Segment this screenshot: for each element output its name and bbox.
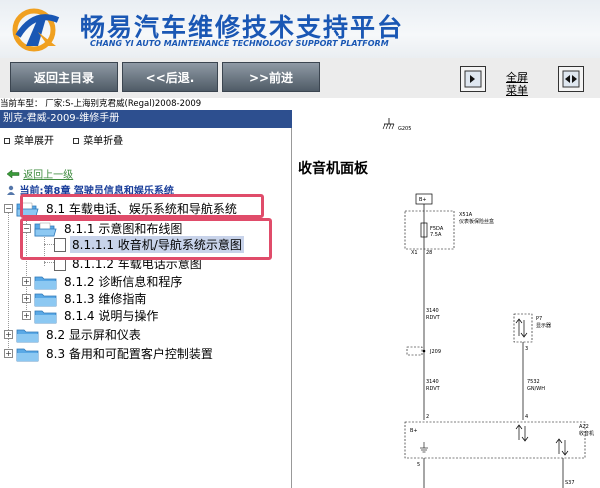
bplus-top-label: B+ (419, 197, 427, 203)
collapse-menu-button[interactable]: 菜单折叠 (73, 132, 123, 147)
app-window: 畅易汽车维修技术支持平台 CHANG YI AUTO MAINTENANCE T… (0, 0, 600, 488)
a22-desc: 收音机 (579, 430, 594, 437)
expand-icon (4, 138, 10, 144)
expand-menu-button[interactable]: 菜单展开 (4, 132, 54, 147)
expand-node-icon[interactable]: + (22, 294, 31, 303)
green-arrow-left-icon (6, 169, 20, 179)
wire2-number: 3140 (426, 379, 439, 385)
expand-node-icon[interactable]: + (4, 330, 13, 339)
diagram-panel: 收音机面板 G205 B+ X51A 仪表板保险丝盒 F5DA 7.5A X1 … (293, 110, 600, 488)
tree-item-8-2[interactable]: + 8.2 显示屏和仪表 (4, 326, 143, 343)
vehicle-info: 当前车型： 厂家:S-上海别克君威(Regal)2008-2009 (0, 98, 600, 110)
collapse-icon (73, 138, 80, 144)
collapse-node-icon[interactable]: − (4, 204, 13, 213)
pin3-label: 3 (525, 346, 528, 352)
folder-icon (34, 310, 57, 323)
folder-icon (34, 276, 57, 289)
toolbar: 返回主目录 <<后退. >>前进 全屏 菜单 (0, 58, 600, 98)
g205-label: G205 (398, 126, 411, 132)
pin4-label: 4 (525, 414, 528, 420)
fullscreen-menu-link[interactable]: 全屏 菜单 (506, 71, 528, 97)
manual-title-bar: 别克-君威-2009-维修手册 (0, 110, 292, 128)
wiring-diagram: G205 B+ X51A 仪表板保险丝盒 F5DA 7.5A X1 28 314… (382, 118, 594, 488)
expand-node-icon[interactable]: + (22, 277, 31, 286)
manual-tree-panel: 别克-君威-2009-维修手册 菜单展开 菜单折叠 返回上一级 当前:第8章 驾… (0, 110, 292, 488)
tree-item-8-1-2[interactable]: + 8.1.2 诊断信息和程序 (22, 273, 184, 290)
collapse-left-button[interactable] (460, 66, 486, 92)
tree-item-8-1-4[interactable]: + 8.1.4 说明与操作 (22, 307, 160, 324)
back-button[interactable]: <<后退. (122, 62, 218, 92)
highlight-box (20, 194, 264, 218)
wire3-color: GN/WH (527, 386, 545, 392)
pin5-label: 5 (417, 462, 420, 468)
s37-label: S37 (565, 480, 575, 486)
tree-item-8-1-3[interactable]: + 8.1.3 维修指南 (22, 290, 148, 307)
x1-label: X1 (411, 250, 418, 256)
forward-button[interactable]: >>前进 (222, 62, 320, 92)
fuse-rating: 7.5A (430, 232, 442, 238)
bidirectional-arrows-icon (515, 318, 528, 338)
bplus-module-label: B+ (410, 428, 418, 434)
menu-controls: 菜单展开 菜单折叠 (0, 132, 135, 147)
p7-label: P7 (536, 316, 542, 322)
wire1-number: 3140 (426, 308, 439, 314)
expand-node-icon[interactable]: + (4, 349, 13, 358)
x51a-desc: 仪表板保险丝盒 (459, 218, 494, 225)
platform-subtitle: CHANG YI AUTO MAINTENANCE TECHNOLOGY SUP… (90, 39, 389, 48)
display-p7 (513, 313, 533, 343)
p7-desc: 显示器 (536, 323, 551, 329)
split-arrows-icon (562, 70, 580, 88)
ground-g205: G205 (382, 118, 411, 132)
j209-label: J209 (429, 349, 441, 355)
bidirectional-arrows-icon (555, 438, 569, 456)
folder-icon (16, 329, 39, 342)
wire2-color: RDVT (426, 386, 441, 392)
person-icon (7, 185, 15, 195)
pin28-label: 28 (426, 250, 432, 256)
wire3-number: 7532 (527, 379, 540, 385)
tree-guide (44, 262, 54, 263)
header-banner: 畅易汽车维修技术支持平台 CHANG YI AUTO MAINTENANCE T… (0, 0, 600, 58)
tree-item-8-3[interactable]: + 8.3 备用和可配置客户控制装置 (4, 345, 215, 362)
logo-icon (12, 8, 60, 52)
x51a-label: X51A (459, 212, 473, 218)
highlight-box (20, 218, 272, 260)
panel-left-icon (464, 70, 482, 88)
a22-label: A22 (579, 424, 589, 430)
splice-j209 (406, 346, 423, 356)
pin2-label: 2 (426, 414, 429, 420)
expand-node-icon[interactable]: + (22, 311, 31, 320)
folder-icon (34, 293, 57, 306)
bidirectional-arrows-icon (515, 424, 529, 442)
home-button[interactable]: 返回主目录 (10, 62, 118, 92)
wire1-color: RDVT (426, 315, 441, 321)
back-up-link[interactable]: 返回上一级 (6, 166, 73, 181)
folder-icon (16, 348, 39, 361)
fullscreen-toggle-button[interactable] (558, 66, 584, 92)
